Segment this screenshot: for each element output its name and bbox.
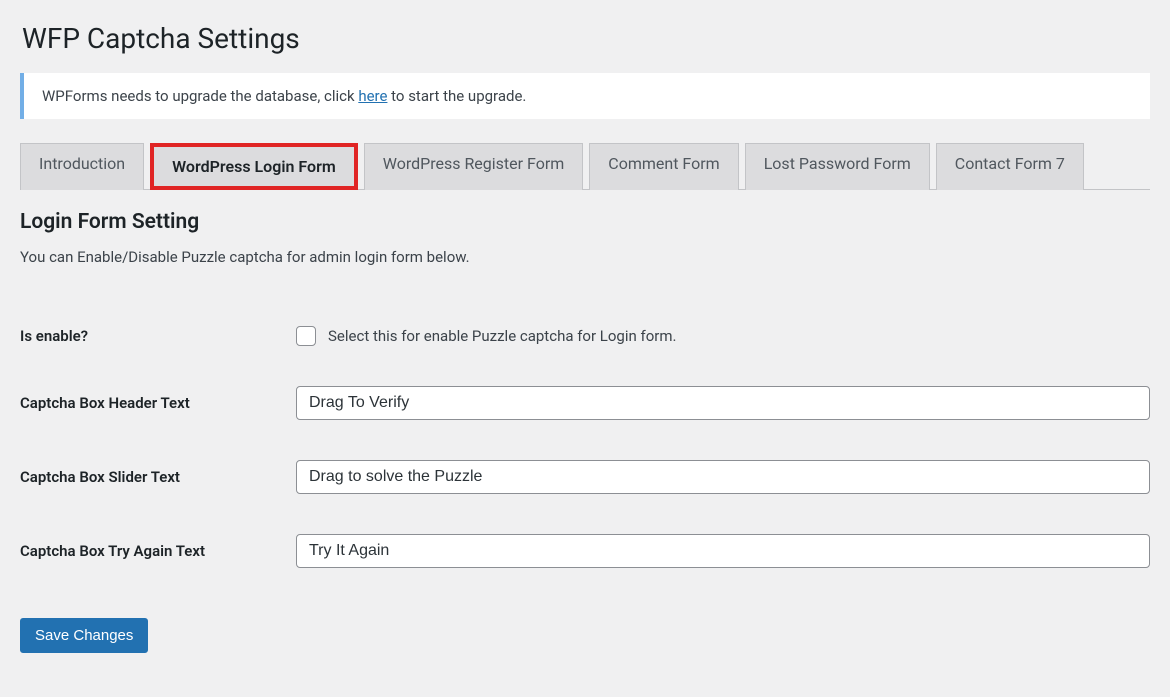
save-changes-button[interactable]: Save Changes <box>20 618 148 653</box>
section-heading: Login Form Setting <box>20 210 1150 234</box>
is-enable-checkbox[interactable] <box>296 326 316 346</box>
header-text-input[interactable] <box>296 386 1150 420</box>
slider-text-label: Captcha Box Slider Text <box>20 440 296 514</box>
page-title: WFP Captcha Settings <box>22 22 1150 55</box>
notice-banner: WPForms needs to upgrade the database, c… <box>20 73 1150 119</box>
tryagain-text-label: Captcha Box Try Again Text <box>20 514 296 588</box>
is-enable-desc: Select this for enable Puzzle captcha fo… <box>328 327 676 345</box>
tab-wp-register-form[interactable]: WordPress Register Form <box>364 143 584 190</box>
notice-link[interactable]: here <box>358 87 387 105</box>
tab-introduction[interactable]: Introduction <box>20 143 144 190</box>
notice-text-before: WPForms needs to upgrade the database, c… <box>42 87 358 105</box>
tab-contact-form-7[interactable]: Contact Form 7 <box>936 143 1084 190</box>
settings-form-table: Is enable? Select this for enable Puzzle… <box>20 306 1150 588</box>
slider-text-input[interactable] <box>296 460 1150 494</box>
header-text-label: Captcha Box Header Text <box>20 366 296 440</box>
section-description: You can Enable/Disable Puzzle captcha fo… <box>20 248 1150 266</box>
tab-bar: Introduction WordPress Login Form WordPr… <box>20 143 1150 190</box>
notice-text-after: to start the upgrade. <box>387 87 526 105</box>
tab-wp-login-form[interactable]: WordPress Login Form <box>150 143 358 190</box>
is-enable-label: Is enable? <box>20 306 296 366</box>
tab-comment-form[interactable]: Comment Form <box>589 143 738 190</box>
tab-lost-password-form[interactable]: Lost Password Form <box>745 143 930 190</box>
tryagain-text-input[interactable] <box>296 534 1150 568</box>
